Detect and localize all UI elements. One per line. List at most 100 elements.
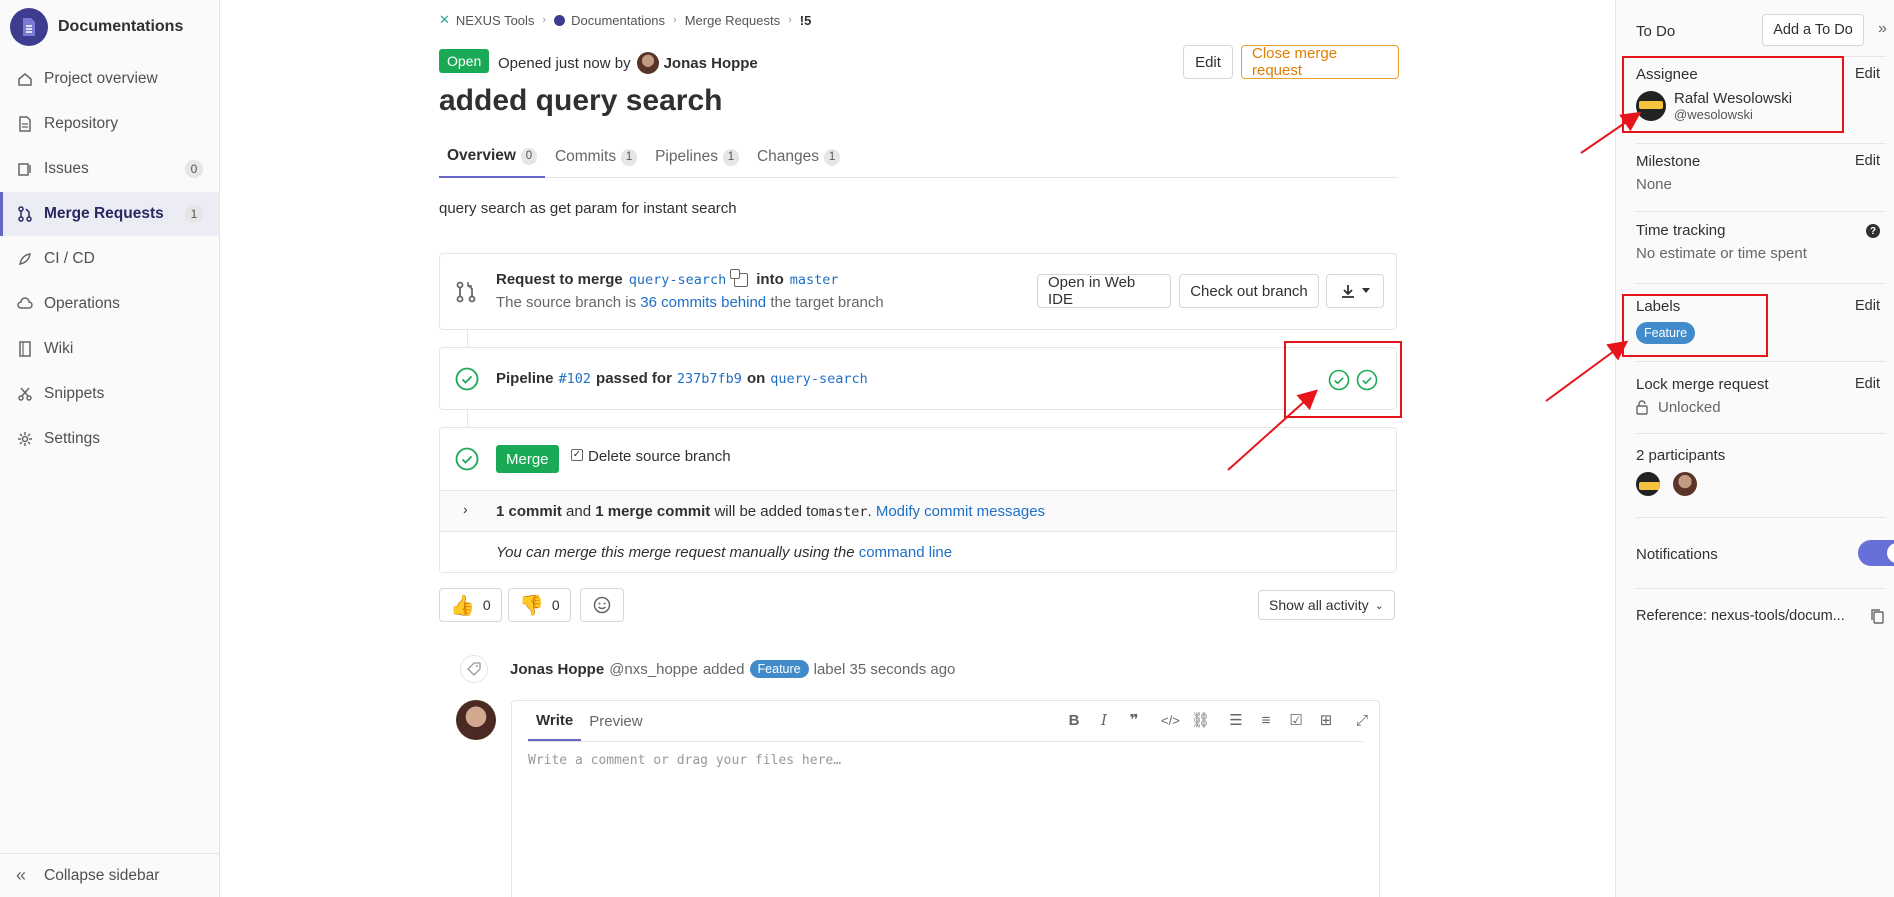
close-merge-request-button[interactable]: Close merge request: [1241, 45, 1399, 79]
annotation-box-assignee: [1622, 56, 1844, 133]
bold-icon[interactable]: B: [1065, 712, 1083, 729]
quote-icon[interactable]: ❞: [1125, 711, 1143, 729]
home-icon: [16, 70, 34, 88]
preview-tab[interactable]: Preview: [581, 701, 650, 741]
show-activity-label: Show all activity: [1269, 597, 1369, 613]
sidebar-item-project-overview[interactable]: Project overview: [0, 57, 219, 101]
copy-icon[interactable]: [730, 268, 749, 287]
editor-toolbar: B I ❞ </> ⛓ ☰ ≡ ☑ ⊞ ⤢: [1065, 711, 1371, 729]
sidebar-item-label: Repository: [44, 115, 119, 132]
activity-author[interactable]: Jonas Hoppe: [510, 661, 604, 678]
merge-target-branch: master: [818, 504, 868, 520]
bullet-list-icon[interactable]: ☰: [1227, 711, 1245, 729]
label-pill-feature[interactable]: Feature: [749, 660, 809, 678]
merge-request-icon: [16, 205, 34, 223]
copy-icon[interactable]: [1870, 608, 1884, 624]
participant-avatar[interactable]: [1636, 472, 1660, 496]
breadcrumb-nexus-tools[interactable]: NEXUS Tools: [456, 13, 535, 28]
breadcrumb: ✕ NEXUS Tools › Documentations › Merge R…: [439, 12, 811, 28]
thumbs-up-count: 0: [482, 597, 491, 613]
sidebar-item-repository[interactable]: Repository: [0, 102, 219, 146]
commit-sha-link[interactable]: 237b7fb9: [677, 371, 742, 387]
breadcrumb-merge-requests[interactable]: Merge Requests: [685, 13, 780, 28]
author-link[interactable]: Jonas Hoppe: [664, 55, 758, 72]
lock-edit-link[interactable]: Edit: [1855, 376, 1880, 392]
project-header[interactable]: Documentations: [10, 8, 183, 46]
pipeline-id-link[interactable]: #102: [559, 371, 592, 387]
comment-textarea[interactable]: Write a comment or drag your files here…: [528, 753, 841, 768]
task-list-icon[interactable]: ☑: [1287, 711, 1305, 729]
add-reaction-button[interactable]: [580, 588, 624, 622]
edit-button[interactable]: Edit: [1183, 45, 1233, 79]
source-branch-link[interactable]: query-search: [629, 272, 727, 288]
milestone-edit-link[interactable]: Edit: [1855, 153, 1880, 169]
delete-source-branch-checkbox[interactable]: ✓: [571, 449, 583, 461]
double-chevron-right-icon[interactable]: »: [1878, 20, 1887, 38]
assignee-edit-link[interactable]: Edit: [1855, 66, 1880, 82]
time-tracking-title: Time tracking: [1636, 222, 1726, 239]
link-icon[interactable]: ⛓: [1191, 711, 1210, 729]
passed-for-label: passed for: [596, 370, 672, 387]
participants-section: 2 participants: [1636, 447, 1886, 503]
participant-avatar[interactable]: [1673, 472, 1697, 496]
right-sidebar: To Do Add a To Do » Assignee Edit Rafal …: [1615, 0, 1894, 897]
commits-behind-link[interactable]: 36 commits behind: [640, 294, 766, 311]
behind-suffix: the target branch: [770, 294, 884, 311]
sidebar-item-operations[interactable]: Operations: [0, 282, 219, 326]
numbered-list-icon[interactable]: ≡: [1257, 712, 1275, 729]
thumbs-down-button[interactable]: 👎 0: [508, 588, 571, 622]
sidebar-item-settings[interactable]: Settings: [0, 417, 219, 461]
annotation-arrow: [1545, 340, 1629, 402]
current-user-avatar[interactable]: [456, 700, 496, 740]
thumbs-up-button[interactable]: 👍 0: [439, 588, 502, 622]
sidebar-item-wiki[interactable]: Wiki: [0, 327, 219, 371]
target-branch-link[interactable]: master: [790, 272, 839, 288]
mr-description: query search as get param for instant se…: [439, 200, 737, 217]
request-to-merge-label: Request to merge: [496, 271, 623, 288]
divider: [1636, 588, 1886, 589]
thumbs-down-count: 0: [551, 597, 560, 613]
pipeline-branch-link[interactable]: query-search: [770, 371, 868, 387]
download-dropdown-button[interactable]: [1326, 274, 1384, 308]
tab-label: Commits: [554, 148, 617, 165]
page-title: added query search: [439, 84, 723, 117]
help-icon[interactable]: ?: [1866, 224, 1880, 238]
tab-pipelines[interactable]: Pipelines 1: [647, 136, 747, 178]
pipeline-passed-icon[interactable]: [455, 367, 479, 391]
breadcrumb-documentations[interactable]: Documentations: [571, 13, 665, 28]
tab-changes[interactable]: Changes 1: [749, 136, 848, 178]
sidebar-item-ci-cd[interactable]: CI / CD: [0, 237, 219, 281]
collapse-sidebar-button[interactable]: « Collapse sidebar: [0, 853, 219, 897]
tab-commits[interactable]: Commits 1: [547, 136, 645, 178]
project-avatar: [10, 8, 48, 46]
rocket-icon: [16, 250, 34, 268]
add-todo-button[interactable]: Add a To Do: [1762, 14, 1864, 46]
open-web-ide-button[interactable]: Open in Web IDE: [1037, 274, 1171, 308]
sidebar-item-issues[interactable]: Issues 0: [0, 147, 219, 191]
table-icon[interactable]: ⊞: [1317, 711, 1335, 729]
status-badge: Open: [439, 49, 490, 73]
chevron-right-icon[interactable]: ›: [463, 501, 468, 517]
show-all-activity-dropdown[interactable]: Show all activity ⌄: [1258, 590, 1395, 620]
labels-edit-link[interactable]: Edit: [1855, 298, 1880, 314]
breadcrumb-mr-id[interactable]: !5: [800, 13, 812, 28]
tab-overview[interactable]: Overview 0: [439, 136, 545, 178]
modify-commit-messages-link[interactable]: Modify commit messages: [876, 503, 1045, 520]
merge-button[interactable]: Merge: [496, 445, 559, 473]
sidebar-item-label: Merge Requests: [44, 205, 164, 222]
sidebar-item-merge-requests[interactable]: Merge Requests 1: [0, 192, 219, 236]
code-icon[interactable]: </>: [1161, 713, 1180, 728]
italic-icon[interactable]: I: [1095, 711, 1113, 729]
author-avatar[interactable]: [636, 52, 659, 74]
command-line-link[interactable]: command line: [859, 544, 952, 561]
lock-section: Lock merge request Edit Unlocked: [1636, 376, 1886, 421]
write-tab[interactable]: Write: [528, 701, 582, 741]
notifications-toggle[interactable]: [1858, 540, 1894, 566]
editor-divider: [528, 741, 1363, 742]
sidebar-item-snippets[interactable]: Snippets: [0, 372, 219, 416]
manual-merge-row: You can merge this merge request manuall…: [440, 531, 1396, 572]
issues-icon: [16, 160, 34, 178]
fullscreen-icon[interactable]: ⤢: [1353, 712, 1371, 729]
reference-section: Reference: nexus-tools/docum...: [1636, 608, 1886, 630]
check-out-branch-button[interactable]: Check out branch: [1179, 274, 1319, 308]
